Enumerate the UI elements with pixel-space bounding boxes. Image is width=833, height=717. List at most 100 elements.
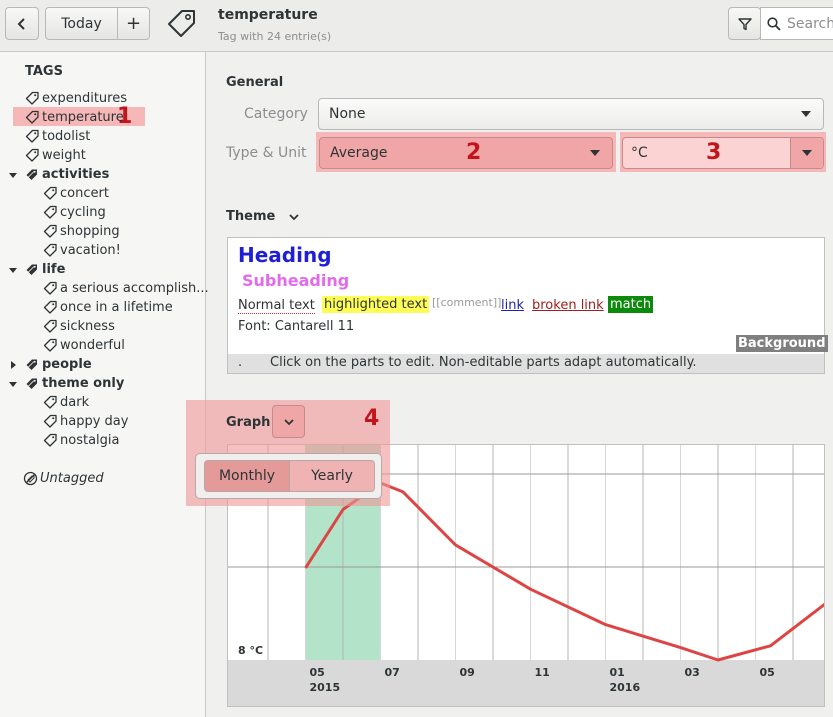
tag-icon bbox=[43, 338, 57, 352]
sidebar-item-label: life bbox=[42, 262, 66, 277]
theme-hint-text: Click on the parts to edit. Non-editable… bbox=[270, 355, 697, 370]
sidebar-item-label: expenditures bbox=[42, 91, 127, 106]
tags-heading: TAGS bbox=[25, 64, 63, 79]
sidebar-item-nostalgia[interactable]: nostalgia bbox=[43, 431, 119, 450]
sidebar-item-vacation[interactable]: vacation! bbox=[43, 241, 121, 260]
sidebar-item-label: a serious accomplish... bbox=[60, 281, 209, 296]
type-unit-label: Type & Unit bbox=[226, 145, 307, 161]
x-tick-label: 05 bbox=[310, 666, 325, 679]
monthly-button[interactable]: Monthly bbox=[204, 460, 290, 492]
tags-group-icon bbox=[26, 169, 37, 180]
sidebar-item-label: Untagged bbox=[40, 471, 104, 486]
annotation-number-4: 4 bbox=[364, 406, 380, 431]
theme-highlight-sample[interactable]: highlighted text bbox=[322, 296, 430, 313]
theme-preview: Heading Subheading Normal text highlight… bbox=[227, 237, 828, 374]
search-placeholder: Search bbox=[787, 15, 833, 32]
add-entry-button[interactable]: + bbox=[117, 7, 150, 40]
sidebar-item-activities[interactable]: activities bbox=[25, 165, 109, 184]
unit-dropdown-button[interactable] bbox=[790, 138, 823, 168]
theme-heading-sample[interactable]: Heading bbox=[238, 243, 332, 267]
x-tick-year: 2016 bbox=[610, 681, 641, 694]
sidebar-item-sickness[interactable]: sickness bbox=[43, 317, 115, 336]
theme-comment-sample[interactable]: [[comment]] bbox=[432, 296, 501, 309]
filter-button[interactable] bbox=[728, 7, 761, 40]
back-button[interactable] bbox=[5, 7, 39, 40]
tag-icon bbox=[25, 148, 39, 162]
sidebar-item-temperature[interactable]: temperature bbox=[25, 108, 124, 127]
x-tick-label: 07 bbox=[385, 666, 400, 679]
sidebar-item-people[interactable]: people bbox=[25, 355, 92, 374]
sidebar-item-cycling[interactable]: cycling bbox=[43, 203, 106, 222]
tag-icon bbox=[43, 300, 57, 314]
sidebar-item-happy-day[interactable]: happy day bbox=[43, 412, 128, 431]
sidebar-item-expenditures[interactable]: expenditures bbox=[25, 89, 127, 108]
x-tick-label: 11 bbox=[535, 666, 550, 679]
expander-collapsed-icon[interactable] bbox=[8, 359, 18, 369]
chevron-down-icon bbox=[283, 418, 294, 425]
tag-icon bbox=[43, 186, 57, 200]
sidebar-item-life[interactable]: life bbox=[25, 260, 65, 279]
category-value: None bbox=[329, 106, 366, 122]
sidebar: TAGS 1 expenditures temperature todolist we… bbox=[0, 52, 209, 717]
theme-match-sample[interactable]: match bbox=[608, 296, 654, 313]
x-tick-label: 01 bbox=[610, 666, 625, 679]
unit-value: °C bbox=[631, 145, 648, 161]
theme-background-sample[interactable]: Background bbox=[736, 335, 828, 352]
sidebar-item-weight[interactable]: weight bbox=[25, 146, 86, 165]
tag-icon bbox=[43, 433, 57, 447]
search-input[interactable]: Search bbox=[760, 7, 833, 40]
sidebar-item-dark[interactable]: dark bbox=[43, 393, 89, 412]
chevron-down-icon bbox=[802, 150, 812, 156]
theme-broken-link-sample[interactable]: broken link bbox=[532, 298, 604, 313]
temperature-line bbox=[304, 481, 824, 662]
category-combo[interactable]: None bbox=[318, 98, 824, 130]
x-tick-label: 09 bbox=[460, 666, 475, 679]
general-heading: General bbox=[226, 75, 284, 90]
expander-expanded-icon[interactable] bbox=[8, 169, 18, 179]
sidebar-item-a-serious-accomplish[interactable]: a serious accomplish... bbox=[43, 279, 209, 298]
graph-heading: Graph bbox=[226, 415, 271, 430]
sidebar-item-once-in-a-lifetime[interactable]: once in a lifetime bbox=[43, 298, 173, 317]
sidebar-item-label: cycling bbox=[60, 205, 106, 220]
sidebar-item-shopping[interactable]: shopping bbox=[43, 222, 120, 241]
theme-link-sample[interactable]: link bbox=[501, 298, 524, 313]
theme-font-sample[interactable]: Font: Cantarell 11 bbox=[238, 319, 354, 334]
sidebar-item-todolist[interactable]: todolist bbox=[25, 127, 90, 146]
sidebar-item-untagged[interactable]: Untagged bbox=[23, 469, 104, 488]
graph-y-label: 8 °C bbox=[238, 644, 264, 657]
unit-combo[interactable]: °C bbox=[622, 137, 824, 169]
theme-hint-bar: . Click on the parts to edit. Non-editab… bbox=[228, 354, 824, 373]
category-label: Category bbox=[244, 106, 308, 122]
x-tick-label: 03 bbox=[685, 666, 700, 679]
page-title: temperature bbox=[218, 7, 318, 23]
sidebar-item-label: dark bbox=[60, 395, 90, 410]
today-button[interactable]: Today bbox=[45, 7, 118, 40]
theme-subheading-sample[interactable]: Subheading bbox=[242, 271, 349, 290]
theme-expand-icon[interactable] bbox=[288, 212, 300, 222]
sidebar-item-label: todolist bbox=[42, 129, 91, 144]
main-panel: General Category None Type & Unit Averag… bbox=[186, 52, 833, 717]
sidebar-item-concert[interactable]: concert bbox=[43, 184, 109, 203]
tags-group-icon bbox=[26, 378, 37, 389]
chevron-down-icon bbox=[801, 111, 811, 117]
tags-group-icon bbox=[26, 359, 37, 370]
sidebar-item-theme-only[interactable]: theme only bbox=[25, 374, 124, 393]
chevron-left-icon bbox=[17, 17, 25, 30]
sidebar-item-label: weight bbox=[42, 148, 86, 163]
theme-normal-text-sample[interactable]: Normal text bbox=[238, 298, 315, 314]
tag-icon bbox=[43, 224, 57, 238]
graph-options-button[interactable] bbox=[272, 405, 305, 438]
tag-icon bbox=[43, 281, 57, 295]
theme-dot: . bbox=[238, 355, 243, 370]
expander-expanded-icon[interactable] bbox=[8, 378, 18, 388]
yearly-button[interactable]: Yearly bbox=[289, 460, 375, 492]
expander-expanded-icon[interactable] bbox=[8, 264, 18, 274]
sidebar-item-label: happy day bbox=[60, 414, 129, 429]
sidebar-item-label: sickness bbox=[60, 319, 115, 334]
tag-icon bbox=[43, 414, 57, 428]
sidebar-item-label: nostalgia bbox=[60, 433, 120, 448]
sidebar-item-wonderful[interactable]: wonderful bbox=[43, 336, 125, 355]
x-tick-label: 05 bbox=[760, 666, 775, 679]
chevron-down-icon bbox=[590, 150, 600, 156]
tag-icon bbox=[43, 243, 57, 257]
